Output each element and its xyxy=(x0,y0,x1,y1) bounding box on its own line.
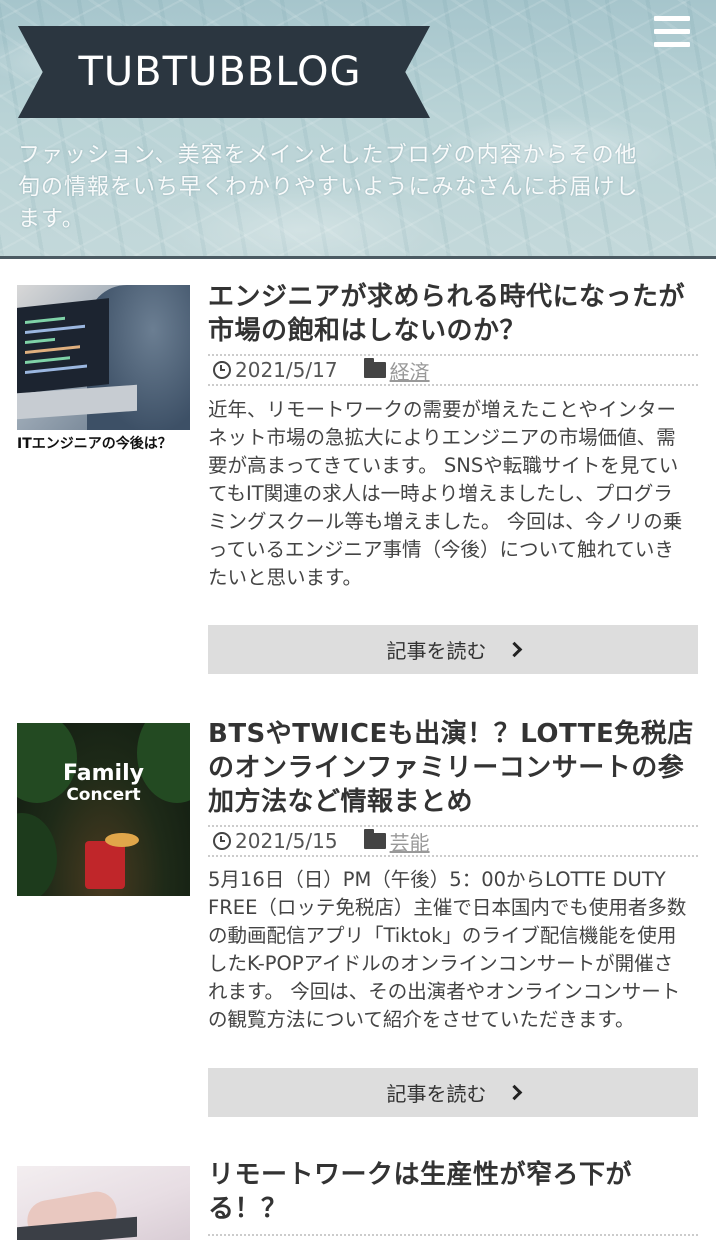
read-more-label: 記事を読む xyxy=(386,1082,487,1106)
site-logo-text: TUBTUBBLOG xyxy=(78,49,362,95)
header-divider xyxy=(0,256,716,259)
read-more-button[interactable]: 記事を読む xyxy=(208,1068,698,1117)
article-date: 2021/5/17 xyxy=(235,358,338,382)
article-title[interactable]: リモートワークは生産性が窄ろ下がる！？ xyxy=(208,1158,698,1226)
thumbnail-caption: ITエンジニアの今後は？ xyxy=(17,430,190,458)
chevron-right-icon xyxy=(506,1084,522,1101)
site-tagline: ファッション、美容をメインとしたブログの内容からその他旬の情報をいち早くわかりや… xyxy=(18,143,639,232)
read-more-label: 記事を読む xyxy=(386,639,487,663)
article-date: 2021/5/15 xyxy=(235,829,338,853)
read-more-button[interactable]: 記事を読む xyxy=(208,625,698,674)
folder-icon xyxy=(363,829,386,849)
site-logo[interactable]: TUBTUBBLOG xyxy=(18,26,430,118)
clock-icon xyxy=(213,832,231,850)
article-excerpt: 5月16日（日）PM（午後）5：00からLOTTE DUTY FREE（ロッテ免… xyxy=(208,868,687,1031)
article-category-link[interactable]: 芸能 xyxy=(390,827,430,856)
site-header: TUBTUBBLOG ファッション、美容をメインとしたブログの内容からその他旬の… xyxy=(0,0,716,256)
article-excerpt: 近年、リモートワークの需要が増えたことやインターネット市場の急拡大によりエンジニ… xyxy=(208,398,683,589)
thumbnail-subtitle: Concert xyxy=(66,785,141,805)
hamburger-menu-icon[interactable] xyxy=(654,16,690,48)
article-meta: 2021/5/17 経済 xyxy=(208,354,698,386)
article-thumbnail[interactable]: Family Concert xyxy=(17,723,190,896)
article-thumbnail[interactable]: ITエンジニアの今後は？ xyxy=(17,285,190,458)
article-meta: 2021/5/15 芸能 xyxy=(208,825,698,857)
article-thumbnail[interactable] xyxy=(17,1166,190,1240)
thumbnail-title: Family xyxy=(63,761,144,786)
clock-icon xyxy=(213,361,231,379)
article-title[interactable]: BTSやTWICEも出演！？LOTTE免税店のオンラインファミリーコンサートの参… xyxy=(208,717,698,819)
article-meta xyxy=(208,1234,698,1240)
article-title[interactable]: エンジニアが求められる時代になったが市場の飽和はしないのか？ xyxy=(208,280,698,348)
chevron-right-icon xyxy=(506,641,522,658)
folder-icon xyxy=(363,358,386,378)
article-category-link[interactable]: 経済 xyxy=(390,356,430,385)
